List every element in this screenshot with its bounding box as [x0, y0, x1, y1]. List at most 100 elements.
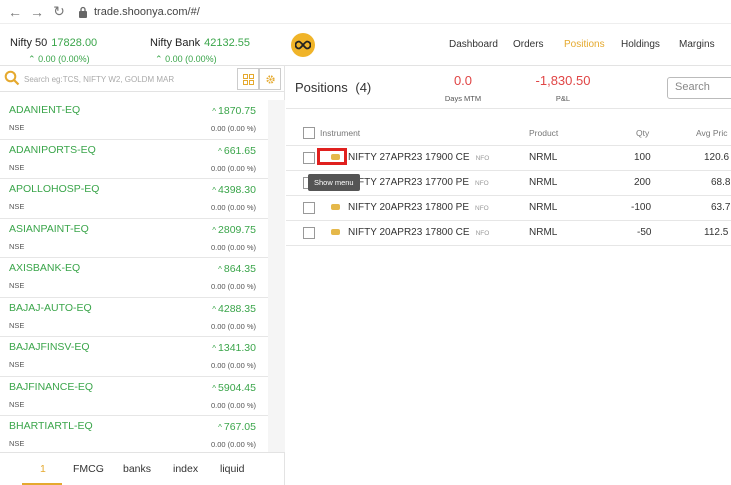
- price: 661.65: [223, 144, 256, 157]
- list-item[interactable]: APOLLOHOSP-EQ NSE ^ 4398.30 0.00 (0.00 %): [0, 179, 268, 219]
- exchange: NSE: [9, 202, 25, 211]
- row-checkbox[interactable]: [303, 227, 315, 239]
- col-instrument: Instrument: [320, 128, 361, 138]
- symbol: BAJAJFINSV-EQ: [9, 341, 90, 353]
- col-product: Product: [529, 128, 559, 138]
- positions-panel: Positions (4) 0.0 Days MTM -1,830.50 P&L…: [286, 66, 731, 485]
- instrument-name: NIFTY 20APR23 17800 CE: [348, 227, 470, 238]
- show-menu-icon[interactable]: [331, 204, 340, 210]
- caret-up-icon: ^: [218, 423, 222, 432]
- show-menu-icon[interactable]: [331, 154, 340, 160]
- index-value: 42132.55: [204, 37, 251, 49]
- product-cell: NRML: [529, 227, 558, 238]
- instrument-cell: NIFTY 27APR23 17900 CE NFO: [348, 152, 489, 163]
- change: 0.00 (0.00 %): [210, 242, 256, 252]
- list-item[interactable]: ADANIENT-EQ NSE ^ 1870.75 0.00 (0.00 %): [0, 100, 268, 140]
- app-logo[interactable]: [291, 33, 315, 57]
- lock-icon: [79, 6, 87, 18]
- list-item[interactable]: BHARTIARTL-EQ NSE ^ 767.05 0.00 (0.00 %): [0, 416, 268, 456]
- list-item[interactable]: BAJFINANCE-EQ NSE ^ 5904.45 0.00 (0.00 %): [0, 377, 268, 416]
- back-icon[interactable]: ←: [4, 1, 26, 23]
- price: 1341.30: [218, 342, 256, 354]
- list-item[interactable]: AXISBANK-EQ NSE ^ 864.35 0.00 (0.00 %): [0, 258, 268, 298]
- tab-banks[interactable]: banks: [123, 463, 151, 475]
- instrument-cell: NIFTY 20APR23 17800 CE NFO: [348, 227, 489, 238]
- tab-fmcg[interactable]: FMCG: [73, 463, 104, 475]
- tab-liquid[interactable]: liquid: [220, 463, 245, 475]
- row-checkbox[interactable]: [303, 152, 315, 164]
- exchange: NSE: [9, 123, 25, 132]
- exchange: NSE: [9, 162, 25, 172]
- symbol: AXISBANK-EQ: [9, 262, 81, 274]
- tab-1[interactable]: 1: [40, 463, 46, 475]
- exchange: NSE: [9, 360, 25, 369]
- list-item[interactable]: BAJAJ-AUTO-EQ NSE ^ 4288.35 0.00 (0.00 %): [0, 298, 268, 337]
- nav-positions[interactable]: Positions: [564, 39, 605, 50]
- gear-icon: [265, 74, 275, 84]
- change: 0.00 (0.00 %): [210, 321, 256, 331]
- table-row[interactable]: NIFTY 27APR23 17900 CE NFO NRML 100 120.6: [286, 146, 731, 171]
- browser-toolbar: ← → ↻ trade.shoonya.com/#/: [0, 0, 731, 24]
- show-menu-tooltip: Show menu: [308, 174, 360, 191]
- caret-up-icon: ^: [212, 107, 217, 116]
- index-niftybank[interactable]: Nifty Bank 42132.55 ⌃ 0.00 (0.00%): [150, 33, 250, 65]
- instrument-exchange: NFO: [475, 180, 489, 187]
- divider: [286, 108, 731, 109]
- caret-up-icon: ^: [212, 186, 217, 195]
- index-nifty50[interactable]: Nifty 50 17828.00 ⌃ 0.00 (0.00%): [10, 33, 97, 65]
- price: 1870.75: [218, 105, 256, 117]
- row-checkbox[interactable]: [303, 202, 315, 214]
- price: 767.05: [223, 421, 256, 433]
- product-cell: NRML: [529, 152, 558, 163]
- table-row[interactable]: NIFTY 20APR23 17800 CE NFO NRML -50 112.5: [286, 221, 731, 246]
- caret-up-icon: ^: [212, 225, 217, 235]
- symbol: BHARTIARTL-EQ: [9, 420, 93, 432]
- forward-icon[interactable]: →: [26, 1, 48, 23]
- watchlist-tabs: 1 FMCG banks index liquid: [0, 452, 285, 485]
- tab-index[interactable]: index: [173, 463, 198, 475]
- table-row[interactable]: NIFTY 20APR23 17800 PE NFO NRML -100 63.7: [286, 196, 731, 221]
- price: 4398.30: [218, 184, 256, 196]
- page-title: Positions (4): [295, 80, 371, 95]
- nav-holdings[interactable]: Holdings: [621, 39, 660, 50]
- avg-price-cell: 120.6: [704, 152, 730, 163]
- list-item[interactable]: ADANIPORTS-EQ NSE ^ 661.65 0.00 (0.00 %): [0, 140, 268, 179]
- settings-button[interactable]: [259, 68, 281, 90]
- address-bar[interactable]: trade.shoonya.com/#/: [78, 6, 200, 18]
- positions-search-input[interactable]: Search: [667, 77, 731, 99]
- watchlist-search-input[interactable]: [24, 70, 229, 88]
- change: 0.00 (0.00 %): [210, 124, 256, 133]
- symbol: BAJAJ-AUTO-EQ: [9, 301, 92, 314]
- caret-up-icon: ^: [212, 383, 217, 393]
- nav-margins[interactable]: Margins: [679, 39, 715, 50]
- grid-view-button[interactable]: [237, 68, 259, 90]
- reload-icon[interactable]: ↻: [48, 1, 70, 23]
- nav-orders[interactable]: Orders: [513, 39, 544, 50]
- change: 0.00 (0.00 %): [210, 203, 256, 212]
- watchlist-panel: ADANIENT-EQ NSE ^1870.75 0.00 (0.00 %) A…: [0, 66, 285, 485]
- list-item[interactable]: BAJAJFINSV-EQ NSE ^ 1341.30 0.00 (0.00 %): [0, 337, 268, 377]
- nav-dashboard[interactable]: Dashboard: [449, 39, 498, 50]
- index-change: 0.00 (0.00%): [38, 54, 90, 64]
- qty-cell: 200: [634, 177, 651, 188]
- show-menu-icon[interactable]: [331, 229, 340, 235]
- watchlist-scrollbar[interactable]: [268, 100, 285, 452]
- caret-up-icon: ⌃: [155, 54, 163, 64]
- pnl-label: P&L: [555, 94, 571, 103]
- instrument-name: NIFTY 27APR23 17700 PE: [348, 177, 469, 188]
- days-mtm-label: Days MTM: [444, 94, 482, 103]
- symbol: ADANIPORTS-EQ: [9, 143, 96, 156]
- qty-cell: -100: [631, 202, 652, 213]
- index-change: 0.00 (0.00%): [165, 54, 217, 64]
- list-item[interactable]: ASIANPAINT-EQ NSE ^ 2809.75 0.00 (0.00 %): [0, 219, 268, 258]
- select-all-checkbox[interactable]: [303, 127, 315, 139]
- avg-price-cell: 112.5: [704, 227, 729, 238]
- days-mtm: 0.0 Days MTM: [442, 73, 484, 103]
- symbol: ASIANPAINT-EQ: [9, 222, 89, 235]
- instrument-name: NIFTY 20APR23 17800 PE: [348, 202, 469, 213]
- exchange: NSE: [9, 439, 25, 448]
- product-cell: NRML: [529, 202, 558, 213]
- symbol: ADANIENT-EQ: [9, 104, 81, 116]
- caret-up-icon: ^: [218, 265, 222, 274]
- caret-up-icon: ⌃: [28, 54, 36, 64]
